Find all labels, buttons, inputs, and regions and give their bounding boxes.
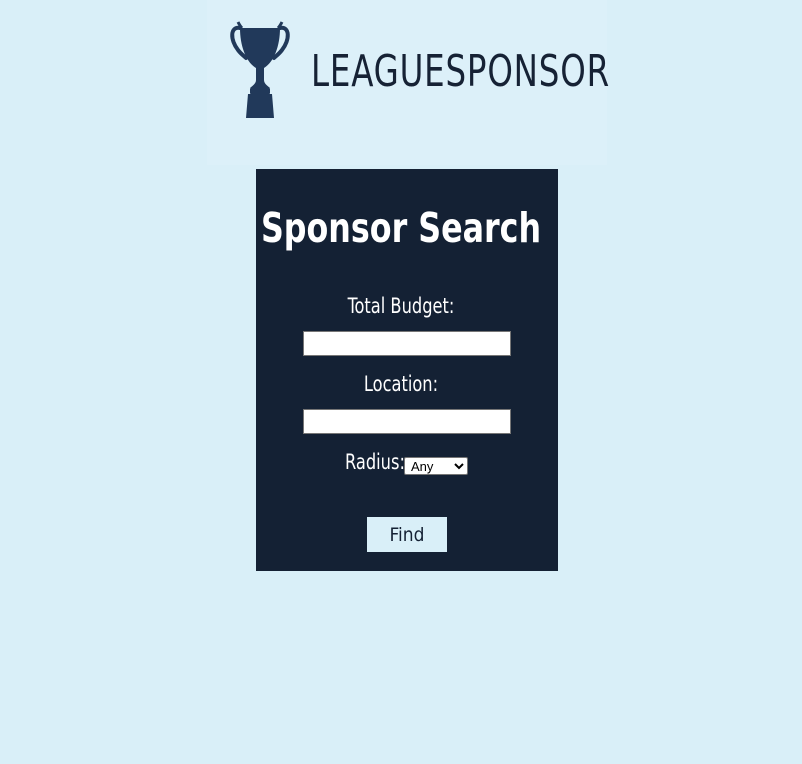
- budget-label: Total Budget:: [347, 294, 455, 318]
- radius-select[interactable]: Any: [404, 457, 468, 475]
- find-button[interactable]: Find: [367, 517, 447, 552]
- location-label: Location:: [363, 372, 439, 396]
- brand-name: LEAGUESPONSOR: [311, 46, 610, 97]
- location-input[interactable]: [303, 409, 511, 434]
- budget-input[interactable]: [303, 331, 511, 356]
- page-title: Sponsor Search: [260, 204, 542, 252]
- trophy-icon: [230, 21, 290, 118]
- radius-label: Radius:: [345, 450, 405, 474]
